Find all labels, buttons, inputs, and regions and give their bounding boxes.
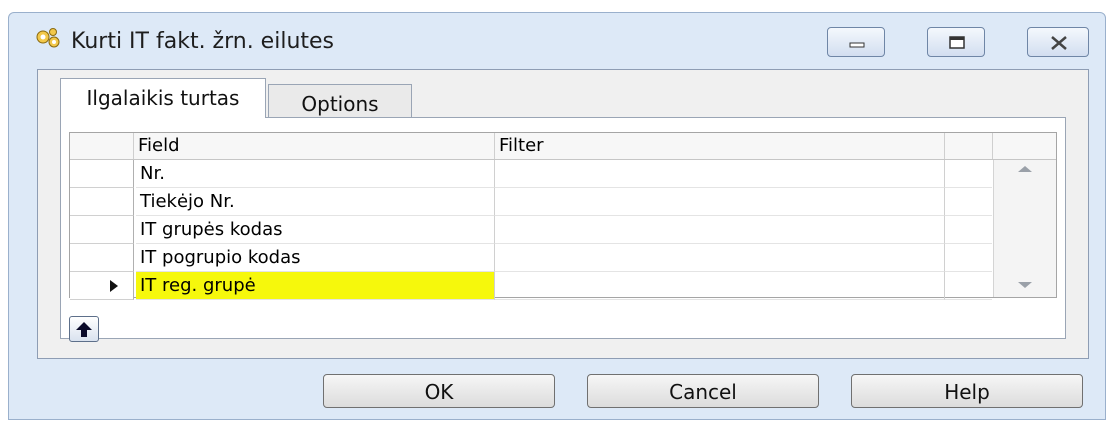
scroll-down-icon[interactable] bbox=[1018, 282, 1032, 288]
scroll-up-icon[interactable] bbox=[1018, 166, 1032, 172]
move-up-button[interactable] bbox=[69, 316, 99, 342]
extra-cell bbox=[944, 160, 992, 188]
row-selector[interactable] bbox=[70, 244, 134, 272]
field-cell[interactable]: IT reg. grupė bbox=[136, 272, 494, 300]
column-header-extra bbox=[944, 133, 992, 159]
tab-panel: Field Filter Nr. Tiekėjo Nr. IT grupės k… bbox=[60, 117, 1066, 342]
arrow-up-icon bbox=[76, 322, 92, 337]
row-selector[interactable] bbox=[70, 160, 134, 188]
extra-cell bbox=[944, 216, 992, 244]
filter-cell[interactable] bbox=[494, 216, 944, 244]
table-row[interactable]: IT grupės kodas bbox=[70, 216, 1056, 244]
column-header-field[interactable]: Field bbox=[134, 133, 494, 159]
extra-cell bbox=[944, 188, 992, 216]
cancel-button[interactable]: Cancel bbox=[587, 374, 819, 408]
window-title: Kurti IT fakt. žrn. eilutes bbox=[71, 29, 335, 54]
field-cell[interactable]: IT grupės kodas bbox=[136, 216, 494, 244]
close-button[interactable] bbox=[1027, 27, 1089, 57]
row-selector[interactable] bbox=[70, 188, 134, 216]
maximize-icon bbox=[949, 36, 965, 49]
close-icon bbox=[1051, 36, 1067, 50]
column-header-spacer bbox=[992, 133, 1056, 159]
selector-header bbox=[70, 133, 134, 159]
field-cell[interactable]: IT pogrupio kodas bbox=[136, 244, 494, 272]
filter-table: Field Filter Nr. Tiekėjo Nr. IT grupės k… bbox=[69, 132, 1057, 300]
row-selector[interactable] bbox=[70, 272, 134, 300]
help-button[interactable]: Help bbox=[851, 374, 1083, 408]
dialog-client-area: Ilgalaikis turtas Options Field Filter N… bbox=[37, 69, 1089, 359]
column-header-filter[interactable]: Filter bbox=[494, 133, 944, 159]
ok-button[interactable]: OK bbox=[323, 374, 555, 408]
table-row-current[interactable]: IT reg. grupė bbox=[70, 272, 1056, 300]
table-row[interactable]: Nr. bbox=[70, 160, 1056, 188]
minimize-button[interactable] bbox=[827, 27, 885, 57]
filter-cell[interactable] bbox=[494, 272, 944, 300]
maximize-button[interactable] bbox=[927, 27, 985, 57]
row-pointer-icon bbox=[110, 280, 118, 292]
dialog-window: Kurti IT fakt. žrn. eilutes Ilgalaikis t… bbox=[8, 12, 1106, 420]
table-row[interactable]: IT pogrupio kodas bbox=[70, 244, 1056, 272]
extra-cell bbox=[944, 272, 992, 300]
field-cell[interactable]: Nr. bbox=[136, 160, 494, 188]
filter-cell[interactable] bbox=[494, 244, 944, 272]
filter-cell[interactable] bbox=[494, 160, 944, 188]
tab-ilgalaikis-turtas[interactable]: Ilgalaikis turtas bbox=[60, 78, 266, 118]
title-bar[interactable]: Kurti IT fakt. žrn. eilutes bbox=[9, 13, 1105, 63]
table-row[interactable]: Tiekėjo Nr. bbox=[70, 188, 1056, 216]
filter-cell[interactable] bbox=[494, 188, 944, 216]
field-cell[interactable]: Tiekėjo Nr. bbox=[136, 188, 494, 216]
extra-cell bbox=[944, 244, 992, 272]
gear-cluster-icon bbox=[36, 28, 60, 48]
minimize-icon bbox=[849, 42, 865, 48]
table-header: Field Filter bbox=[70, 133, 1056, 160]
row-selector[interactable] bbox=[70, 216, 134, 244]
scrollbar-arrows bbox=[1018, 166, 1032, 288]
vertical-scrollbar[interactable] bbox=[993, 160, 1056, 297]
